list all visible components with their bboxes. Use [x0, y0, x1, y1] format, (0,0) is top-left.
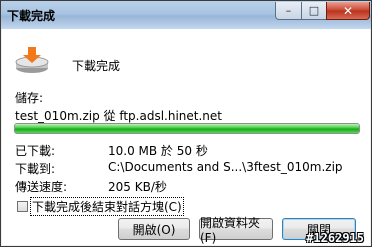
- close-on-complete-label[interactable]: 下載完成後結束對話方塊(C): [30, 197, 184, 216]
- download-to-value: C:\Documents and S...\3ftest_010m.zip: [108, 160, 343, 174]
- file-source-line: test_010m.zip 從 ftp.adsl.hinet.net: [15, 109, 222, 123]
- transfer-speed-label: 傳送速度:: [15, 180, 68, 194]
- download-to-drive-icon: [15, 47, 49, 73]
- download-complete-dialog: 下載完成 – □ ✕ 下載完成 儲存: test_010m.zip 從 ftp.…: [0, 0, 372, 247]
- open-folder-button-label: 開啟資料夾(F): [200, 215, 261, 245]
- watermark: #1262915: [306, 231, 364, 245]
- header-status: 下載完成: [72, 59, 121, 73]
- close-on-complete-option[interactable]: 下載完成後結束對話方塊(C): [17, 197, 184, 216]
- title-bar[interactable]: 下載完成 – □ ✕: [1, 1, 371, 29]
- close-icon: ✕: [342, 3, 354, 18]
- downloaded-value: 10.0 MB 於 50 秒: [108, 144, 208, 158]
- downloaded-label: 已下載:: [15, 144, 56, 158]
- open-folder-button[interactable]: 開啟資料夾(F): [199, 216, 273, 245]
- maximize-icon: □: [308, 4, 320, 17]
- close-on-complete-checkbox[interactable]: [17, 201, 28, 212]
- download-to-label: 下載到:: [15, 162, 56, 176]
- open-button[interactable]: 開啟(O): [118, 218, 190, 240]
- minimize-icon: –: [285, 4, 292, 17]
- close-window-button[interactable]: ✕: [326, 2, 370, 20]
- save-label: 儲存:: [15, 91, 44, 105]
- transfer-speed-value: 205 KB/秒: [108, 180, 167, 194]
- download-progress-bar: [14, 123, 360, 134]
- progress-fill: [15, 124, 359, 133]
- window-title: 下載完成: [7, 9, 56, 23]
- open-button-label: 開啟(O): [132, 222, 176, 237]
- dialog-body: 下載完成 儲存: test_010m.zip 從 ftp.adsl.hinet.…: [2, 29, 370, 245]
- minimize-button[interactable]: –: [275, 2, 302, 20]
- maximize-button[interactable]: □: [301, 2, 327, 20]
